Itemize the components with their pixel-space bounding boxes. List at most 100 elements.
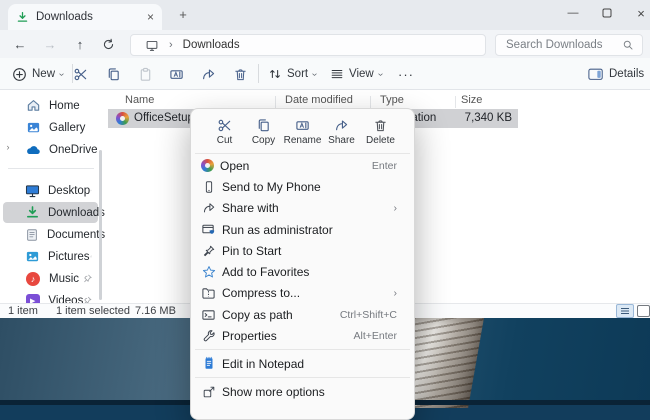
sidebar-divider [8,168,94,169]
details-pane-button[interactable]: Details [588,62,644,86]
chevron-down-icon: › [375,72,386,75]
thumbnail-view-toggle[interactable] [637,305,650,317]
menu-item-send-to-my-phone[interactable]: Send to My Phone [196,176,409,197]
refresh-icon [102,38,115,51]
menu-item-label: Edit in Notepad [222,357,304,371]
delete-action-button[interactable]: Delete [361,113,400,151]
office-setup-file-icon [116,112,129,125]
context-menu-action-bar: Cut Copy Rename Share [197,113,408,151]
share-button[interactable] [196,63,220,85]
view-button[interactable]: View › [330,62,382,86]
sidebar-item-documents[interactable]: Documents [3,224,98,245]
sidebar-item-gallery[interactable]: Gallery [3,117,98,138]
sidebar-item-home[interactable]: Home [3,95,98,116]
tab-close-icon[interactable]: × [147,10,154,24]
rename-action-button[interactable]: Rename [283,113,322,151]
admin-shield-icon [201,222,216,237]
context-menu: Cut Copy Rename Share [190,108,415,420]
rename-button[interactable] [165,63,189,85]
desktop-icon [25,183,40,199]
menu-item-share-with[interactable]: Share with › [196,197,409,218]
office-setup-file-icon [201,159,214,172]
copy-button[interactable] [101,63,125,85]
breadcrumb[interactable]: Downloads [183,39,240,51]
details-view-toggle[interactable] [616,304,634,318]
column-divider[interactable] [455,96,456,108]
share-action-label: Share [328,135,355,146]
menu-item-edit-in-notepad[interactable]: Edit in Notepad [196,353,409,374]
downloads-icon [25,205,40,221]
music-icon: ♪ [25,271,41,287]
details-pane-icon [588,68,604,81]
chevron-down-icon: › [309,72,320,75]
sort-button-label: Sort [287,68,308,80]
column-header-name[interactable]: Name [125,94,154,106]
sidebar-item-onedrive[interactable]: OneDrive [3,139,98,160]
cut-button[interactable] [68,63,92,85]
menu-divider [195,153,410,154]
menu-item-label: Copy as path [222,308,293,322]
delete-button[interactable] [228,63,252,85]
menu-item-add-to-favorites[interactable]: Add to Favorites [196,261,409,282]
selection-count: 1 item selected [56,305,130,317]
sidebar-item-desktop[interactable]: Desktop [3,180,98,201]
sort-button[interactable]: Sort › [268,62,316,86]
refresh-button[interactable] [96,33,120,55]
menu-divider [195,349,410,350]
menu-item-run-as-administrator[interactable]: Run as administrator [196,219,409,240]
menu-divider [195,377,410,378]
tab-downloads[interactable]: Downloads × [8,4,162,30]
forward-button[interactable]: → [38,33,62,55]
column-header-type[interactable]: Type [380,94,404,106]
minimize-button[interactable]: — [556,0,590,26]
sidebar-item-downloads[interactable]: Downloads [3,202,98,223]
search-box[interactable]: Search Downloads [495,34,643,56]
rename-icon [295,118,311,133]
menu-item-label: Run as administrator [222,223,333,237]
menu-item-properties[interactable]: Properties Alt+Enter [196,325,409,346]
column-header-date-modified[interactable]: Date modified [285,94,353,106]
address-bar[interactable]: › Downloads [130,34,486,56]
paste-icon [138,67,153,82]
cut-action-button[interactable]: Cut [205,113,244,151]
menu-item-compress-to[interactable]: Compress to... › [196,282,409,303]
sidebar-scrollbar[interactable] [99,150,102,300]
menu-item-pin-to-start[interactable]: Pin to Start [196,240,409,261]
column-header-size[interactable]: Size [461,94,482,106]
breadcrumb-chevron-icon: › [169,39,173,51]
menu-shortcut: Ctrl+Shift+C [340,309,397,321]
column-divider[interactable] [275,96,276,108]
sidebar-item-label: Pictures [48,251,90,263]
cut-icon [217,118,232,133]
menu-item-label: Properties [222,329,277,343]
more-options-button[interactable]: ··· [398,62,414,86]
sidebar-item-label: Documents [47,229,105,241]
trash-icon [373,118,388,133]
menu-shortcut: Alt+Enter [354,330,397,342]
new-tab-button[interactable]: + [174,6,192,24]
close-button[interactable]: × [624,0,650,26]
selection-size: 7.16 MB [135,305,176,317]
submenu-chevron-icon: › [394,287,398,299]
sidebar-item-pictures[interactable]: Pictures [3,246,98,267]
new-button[interactable]: New › [12,62,63,86]
menu-item-copy-as-path[interactable]: Copy as path Ctrl+Shift+C [196,304,409,325]
menu-item-show-more-options[interactable]: Show more options [196,381,409,402]
share-action-button[interactable]: Share [322,113,361,151]
pin-icon [201,243,216,258]
copy-action-button[interactable]: Copy [244,113,283,151]
sidebar-item-music[interactable]: ♪ Music [3,268,98,289]
paste-button[interactable] [133,63,157,85]
open-external-icon [201,384,216,399]
column-divider[interactable] [370,96,371,108]
back-button[interactable]: ← [8,33,32,55]
view-button-label: View [349,68,374,80]
search-placeholder: Search Downloads [506,39,603,51]
menu-item-label: Open [220,159,249,173]
maximize-button[interactable] [590,0,624,26]
sidebar-item-label: Gallery [49,122,98,134]
up-button[interactable]: ↑ [68,33,92,55]
menu-item-open[interactable]: Open Enter [196,155,409,176]
details-pane-label: Details [609,68,644,80]
pin-icon [83,274,92,283]
